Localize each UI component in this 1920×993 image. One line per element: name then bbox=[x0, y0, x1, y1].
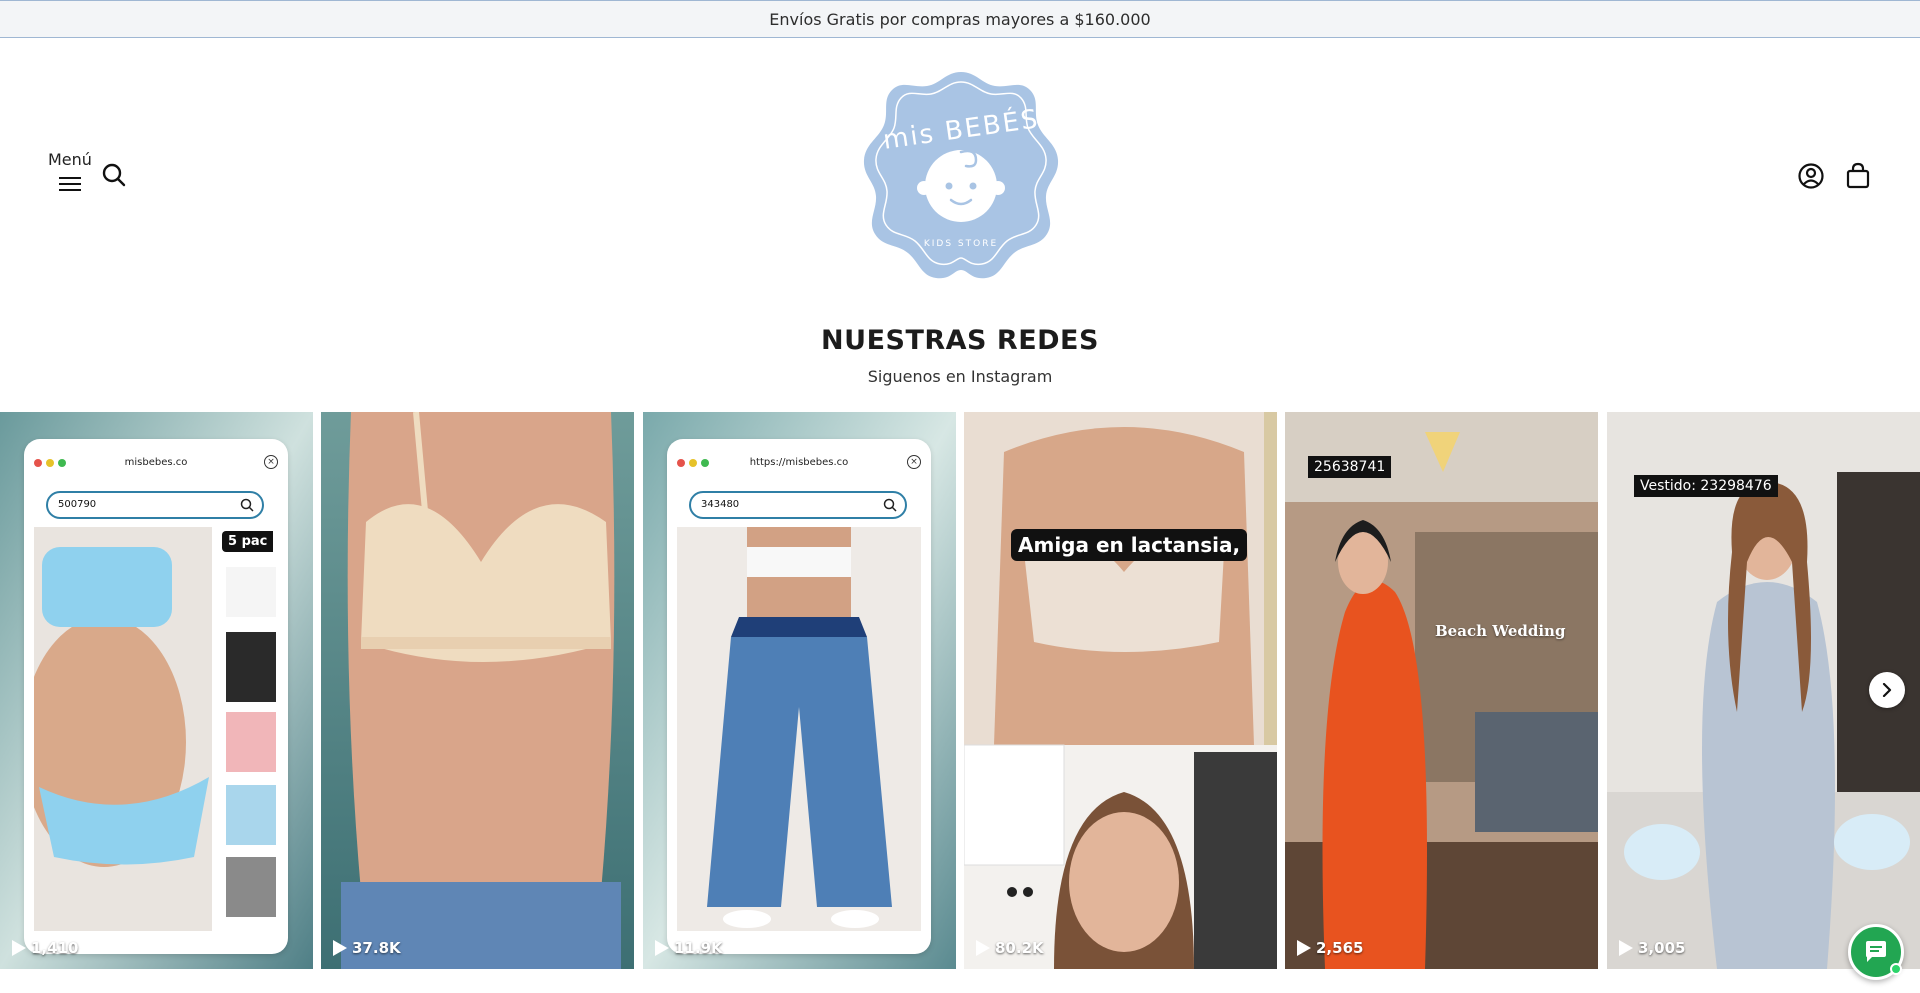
play-icon bbox=[333, 940, 347, 956]
post-thumbnail bbox=[321, 412, 634, 969]
carousel-next-button[interactable] bbox=[1869, 672, 1905, 708]
chevron-right-icon bbox=[1882, 683, 1892, 697]
browser-mockup: misbebes.co × 500790 5 pac bbox=[24, 439, 288, 954]
chat-icon bbox=[1866, 941, 1886, 962]
close-icon: × bbox=[264, 455, 278, 469]
browser-mockup: https://misbebes.co × 343480 bbox=[667, 439, 931, 954]
close-icon: × bbox=[907, 455, 921, 469]
hamburger-icon bbox=[58, 175, 81, 192]
browser-url: https://misbebes.co bbox=[749, 457, 849, 468]
instagram-post[interactable]: Amiga en lactansia, 80.2K bbox=[964, 412, 1277, 969]
view-count: 1,410 bbox=[12, 939, 78, 957]
search-icon bbox=[883, 498, 897, 512]
search-icon bbox=[240, 498, 254, 512]
play-icon bbox=[976, 940, 990, 956]
mock-search-field: 343480 bbox=[689, 491, 907, 519]
product-code: Vestido: 23298476 bbox=[1634, 475, 1778, 497]
menu-button[interactable]: Menú bbox=[48, 151, 92, 192]
post-thumbnail bbox=[1285, 412, 1598, 969]
product-code: 25638741 bbox=[1308, 456, 1392, 478]
view-count: 37.8K bbox=[333, 939, 401, 957]
play-icon bbox=[1297, 940, 1311, 956]
brand-logo[interactable]: mis BEBÉS KIDS STORE bbox=[858, 68, 1064, 280]
mock-search-field: 500790 bbox=[46, 491, 264, 519]
play-icon bbox=[1619, 940, 1633, 956]
view-count: 3,005 bbox=[1619, 939, 1685, 957]
post-thumbnail bbox=[964, 412, 1277, 969]
view-count: 80.2K bbox=[976, 939, 1044, 957]
chat-button[interactable] bbox=[1848, 924, 1904, 980]
play-icon bbox=[655, 940, 669, 956]
pack-label: 5 pac bbox=[222, 531, 274, 552]
search-icon[interactable] bbox=[101, 162, 127, 188]
post-caption: Beach Wedding bbox=[1435, 622, 1566, 640]
browser-url: misbebes.co bbox=[124, 457, 188, 468]
online-indicator bbox=[1890, 963, 1902, 975]
cart-icon[interactable] bbox=[1845, 162, 1871, 190]
instagram-carousel: misbebes.co × 500790 5 pac 1,410 37.8K h… bbox=[0, 412, 1920, 969]
view-count: 11.9K bbox=[655, 939, 723, 957]
instagram-post[interactable]: misbebes.co × 500790 5 pac 1,410 bbox=[0, 412, 313, 969]
product-photo bbox=[34, 527, 278, 931]
product-photo bbox=[677, 527, 921, 931]
instagram-post[interactable]: 25638741 Beach Wedding 2,565 bbox=[1285, 412, 1598, 969]
play-icon bbox=[12, 940, 26, 956]
view-count: 2,565 bbox=[1297, 939, 1363, 957]
site-header: Menú mis BEBÉS KIDS STORE bbox=[0, 38, 1920, 288]
announcement-text: Envíos Gratis por compras mayores a $160… bbox=[769, 9, 1151, 29]
post-caption: Amiga en lactansia, bbox=[1011, 529, 1248, 561]
section-subtitle: Siguenos en Instagram bbox=[867, 367, 1053, 386]
section-title: NUESTRAS REDES bbox=[821, 325, 1099, 356]
menu-label: Menú bbox=[48, 150, 92, 169]
instagram-post[interactable]: 37.8K bbox=[321, 412, 634, 969]
announcement-bar: Envíos Gratis por compras mayores a $160… bbox=[0, 0, 1920, 38]
svg-text:KIDS STORE: KIDS STORE bbox=[924, 239, 998, 249]
instagram-post[interactable]: https://misbebes.co × 343480 11.9K bbox=[643, 412, 956, 969]
account-icon[interactable] bbox=[1797, 162, 1825, 190]
